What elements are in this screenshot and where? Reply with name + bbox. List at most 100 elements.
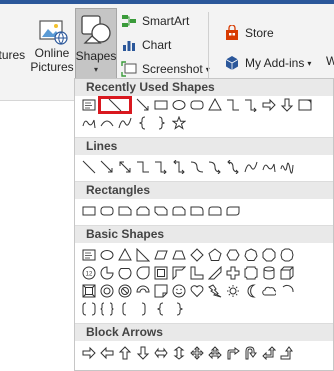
arc-shape-icon[interactable] (278, 282, 296, 300)
line-shape-icon[interactable] (80, 158, 98, 176)
no-symbol-shape-icon[interactable] (116, 282, 134, 300)
half-frame-shape-icon[interactable] (170, 264, 188, 282)
smartart-button[interactable]: SmartArt (121, 12, 189, 30)
block-arc-shape-icon[interactable] (134, 282, 152, 300)
cloud-shape-icon[interactable] (260, 282, 278, 300)
line-shape-icon[interactable] (98, 96, 132, 114)
rectangle-shape-icon[interactable] (152, 96, 170, 114)
shapes-button[interactable]: Shapes ▾ (75, 8, 117, 84)
left-up-arrow-shape-icon[interactable] (260, 344, 278, 362)
store-button[interactable]: Store (224, 24, 274, 42)
snip-diagonal-shape-icon[interactable] (152, 202, 170, 220)
curve-shape-icon[interactable] (242, 158, 260, 176)
curved-arc-shape-icon[interactable] (98, 114, 116, 132)
triangle-shape-icon[interactable] (206, 96, 224, 114)
plus-shape-icon[interactable] (224, 264, 242, 282)
lightning-shape-icon[interactable] (206, 282, 224, 300)
screenshot-button[interactable]: Screenshot ▾ (121, 60, 210, 78)
pictures-button[interactable]: Pictures (0, 14, 27, 62)
snip-round-shape-icon[interactable] (170, 202, 188, 220)
octagon-shape-icon[interactable] (260, 246, 278, 264)
snip-same-side-shape-icon[interactable] (134, 202, 152, 220)
pentagon-shape-icon[interactable] (206, 246, 224, 264)
right-brace-shape-icon[interactable] (152, 114, 170, 132)
donut-shape-icon[interactable] (98, 282, 116, 300)
round-single-corner-shape-icon[interactable] (188, 202, 206, 220)
text-box-shape-icon[interactable] (80, 96, 98, 114)
scribble-shape-icon[interactable] (278, 158, 296, 176)
diamond-shape-icon[interactable] (188, 246, 206, 264)
frame-shape-icon[interactable] (152, 264, 170, 282)
oval-shape-icon[interactable] (170, 96, 188, 114)
left-brace-shape-icon[interactable] (134, 114, 152, 132)
bevel-shape-icon[interactable] (80, 282, 98, 300)
right-arrow-shape-icon[interactable] (80, 344, 98, 362)
elbow-double-arrow-shape-icon[interactable] (170, 158, 188, 176)
down-arrow-shape-icon[interactable] (134, 344, 152, 362)
trapezoid-shape-icon[interactable] (170, 246, 188, 264)
text-box-shape-icon[interactable] (80, 246, 98, 264)
ribbon-next-item-clipped[interactable]: W (326, 54, 334, 68)
right-bracket-shape-icon[interactable] (134, 300, 152, 318)
sun-shape-icon[interactable] (224, 282, 242, 300)
triangle-shape-icon[interactable] (116, 246, 134, 264)
left-right-up-arrow-shape-icon[interactable] (206, 344, 224, 362)
bent-up-arrow-shape-icon[interactable] (278, 344, 296, 362)
rounded-rectangle-shape-icon[interactable] (98, 202, 116, 220)
elbow-arrow-shape-icon[interactable] (152, 158, 170, 176)
chart-button[interactable]: Chart (121, 36, 171, 54)
plaque-shape-icon[interactable] (242, 264, 260, 282)
parallelogram-shape-icon[interactable] (152, 246, 170, 264)
up-down-arrow-shape-icon[interactable] (170, 344, 188, 362)
elbow-arrow-connector-shape-icon[interactable] (242, 96, 260, 114)
up-arrow-shape-icon[interactable] (116, 344, 134, 362)
decagon-shape-icon[interactable] (278, 246, 296, 264)
right-arrow-shape-icon[interactable] (260, 96, 278, 114)
curve-shape-icon[interactable] (116, 114, 134, 132)
elbow-connector-shape-icon[interactable] (134, 158, 152, 176)
my-addins-button[interactable]: My Add-ins ▾ (224, 54, 311, 72)
rounded-rectangle-shape-icon[interactable] (188, 96, 206, 114)
left-right-arrow-shape-icon[interactable] (152, 344, 170, 362)
down-arrow-shape-icon[interactable] (278, 96, 296, 114)
bent-arrow-shape-icon[interactable] (224, 344, 242, 362)
right-brace-shape-icon[interactable] (170, 300, 188, 318)
hexagon-shape-icon[interactable] (224, 246, 242, 264)
l-shape-shape-icon[interactable] (188, 264, 206, 282)
moon-shape-icon[interactable] (242, 282, 260, 300)
online-pictures-button[interactable]: Online Pictures (30, 12, 74, 74)
chord-shape-icon[interactable] (116, 264, 134, 282)
can-shape-icon[interactable] (260, 264, 278, 282)
u-turn-arrow-shape-icon[interactable] (242, 344, 260, 362)
pie-shape-icon[interactable] (98, 264, 116, 282)
smiley-shape-icon[interactable] (170, 282, 188, 300)
heptagon-shape-icon[interactable] (242, 246, 260, 264)
snip-single-corner-shape-icon[interactable] (116, 202, 134, 220)
cube-shape-icon[interactable] (278, 264, 296, 282)
right-triangle-shape-icon[interactable] (134, 246, 152, 264)
folded-corner-shape-icon[interactable] (152, 282, 170, 300)
oval-shape-icon[interactable] (98, 246, 116, 264)
left-arrow-shape-icon[interactable] (98, 344, 116, 362)
left-brace-shape-icon[interactable] (152, 300, 170, 318)
elbow-connector-shape-icon[interactable] (224, 96, 242, 114)
curved-connector-shape-icon[interactable] (188, 158, 206, 176)
flowchart-process-shape-icon[interactable] (296, 96, 314, 114)
double-bracket-shape-icon[interactable] (80, 300, 98, 318)
curved-double-arrow-shape-icon[interactable] (224, 158, 242, 176)
left-bracket-shape-icon[interactable] (116, 300, 134, 318)
curved-arrow-connector-shape-icon[interactable] (206, 158, 224, 176)
rectangle-shape-icon[interactable] (80, 202, 98, 220)
double-brace-shape-icon[interactable] (98, 300, 116, 318)
dodecagon-shape-icon[interactable]: 12 (80, 264, 98, 282)
arrow-line-shape-icon[interactable] (98, 158, 116, 176)
diagonal-stripe-shape-icon[interactable] (206, 264, 224, 282)
star-5-shape-icon[interactable] (170, 114, 188, 132)
freeform-shape-icon[interactable] (260, 158, 278, 176)
arrow-line-shape-icon[interactable] (134, 96, 152, 114)
round-same-side-shape-icon[interactable] (206, 202, 224, 220)
round-diagonal-shape-icon[interactable] (224, 202, 242, 220)
heart-shape-icon[interactable] (188, 282, 206, 300)
teardrop-shape-icon[interactable] (134, 264, 152, 282)
freeform-shape-icon[interactable] (80, 114, 98, 132)
